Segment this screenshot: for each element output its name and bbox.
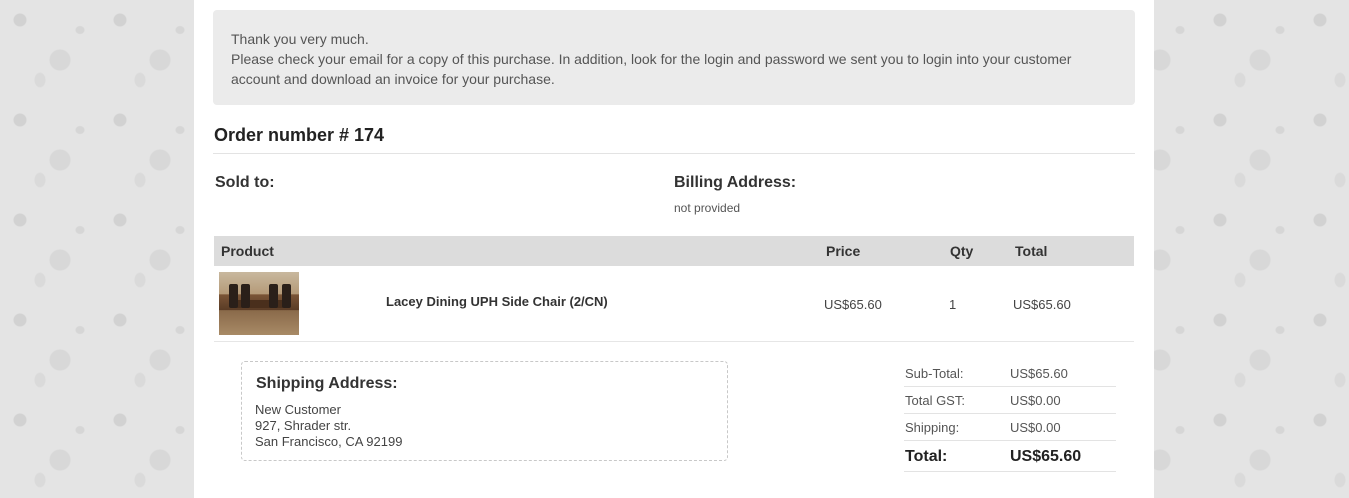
product-thumbnail[interactable] [219,272,299,335]
column-product: Product [221,243,274,259]
thumbnail-chair-shape [282,284,291,308]
gst-value: US$0.00 [1010,393,1061,408]
gst-row: Total GST: US$0.00 [904,387,1116,414]
notice-line-3: account and download an invoice for your… [231,71,555,87]
order-totals: Sub-Total: US$65.60 Total GST: US$0.00 S… [904,360,1116,472]
divider [213,153,1135,154]
shipping-address-box: Shipping Address: New Customer 927, Shra… [241,361,728,461]
order-confirmation-page: Thank you very much. Please check your e… [194,0,1154,498]
shipping-label: Shipping: [905,420,960,435]
column-qty: Qty [950,243,974,259]
subtotal-label: Sub-Total: [905,366,964,381]
thumbnail-chair-shape [229,284,238,308]
shipping-name: New Customer [255,402,341,417]
thumbnail-chair-shape [241,284,250,308]
notice-line-1: Thank you very much. [231,31,369,47]
column-total: Total [1015,243,1048,259]
notice-line-2: Please check your email for a copy of th… [231,51,1072,67]
subtotal-row: Sub-Total: US$65.60 [904,360,1116,387]
table-header: Product Price Qty Total [214,236,1134,266]
sold-to-heading: Sold to: [215,174,275,191]
billing-address-value: not provided [674,201,741,215]
product-price: US$65.60 [824,297,882,312]
gst-label: Total GST: [905,393,965,408]
shipping-row: Shipping: US$0.00 [904,414,1116,441]
grand-total-row: Total: US$65.60 [904,441,1116,472]
column-price: Price [826,243,861,259]
table-row: Lacey Dining UPH Side Chair (2/CN) US$65… [214,267,1134,342]
thumbnail-chair-shape [269,284,278,308]
total-label: Total: [905,448,948,465]
shipping-street: 927, Shrader str. [255,418,352,433]
product-total: US$65.60 [1013,297,1071,312]
billing-address-heading: Billing Address: [674,174,797,191]
subtotal-value: US$65.60 [1010,366,1068,381]
product-qty: 1 [949,297,957,312]
shipping-city: San Francisco, CA 92199 [255,434,403,449]
shipping-value: US$0.00 [1010,420,1061,435]
order-number-title: Order number # 174 [214,125,385,145]
shipping-address-heading: Shipping Address: [256,375,398,392]
product-name[interactable]: Lacey Dining UPH Side Chair (2/CN) [386,294,608,309]
thank-you-notice: Thank you very much. Please check your e… [213,10,1135,105]
total-value: US$65.60 [1010,448,1082,465]
